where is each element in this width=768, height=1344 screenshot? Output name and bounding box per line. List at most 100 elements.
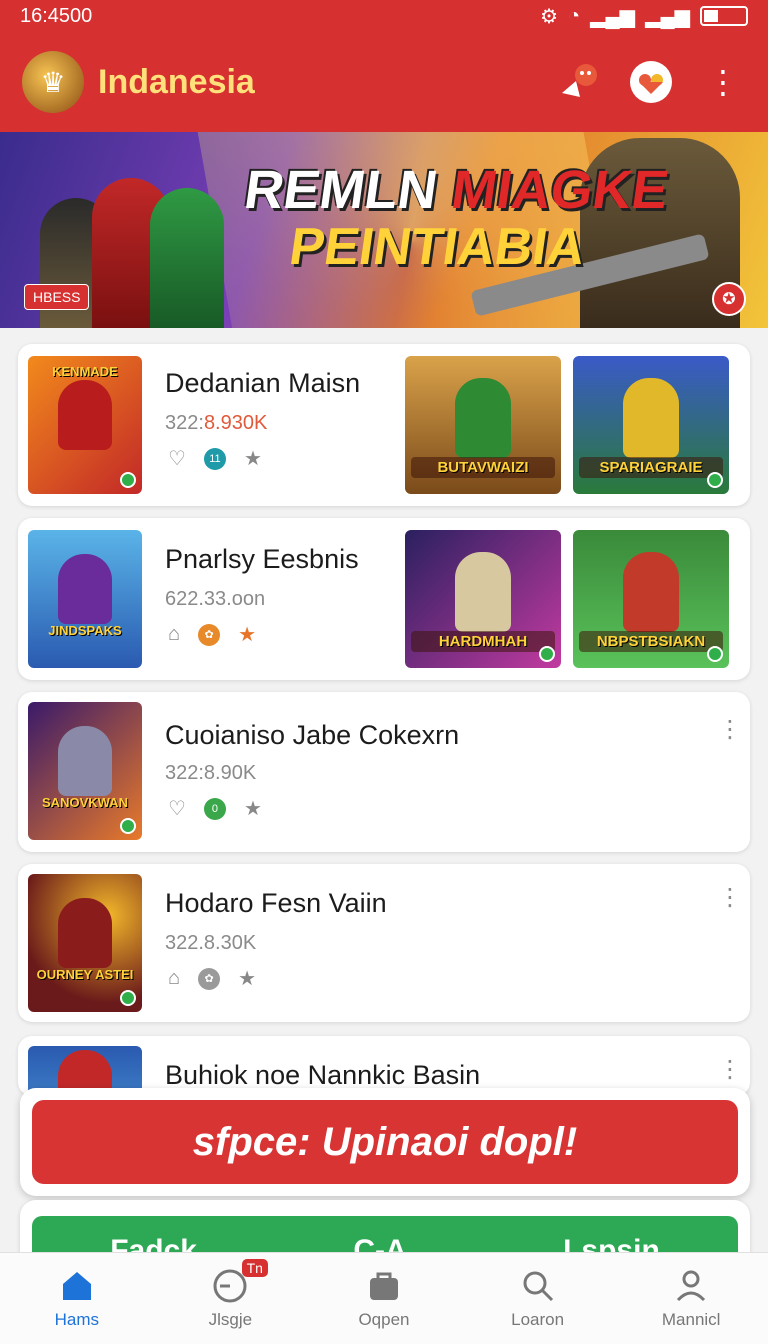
more-options-icon[interactable]: ⋮ — [700, 59, 746, 105]
game-thumbnail[interactable]: OURNEY ASTEI — [28, 874, 142, 1012]
promo-button[interactable]: sfpce: Upinaoi dopl! — [32, 1100, 738, 1184]
more-options-icon[interactable]: ⋮ — [718, 886, 742, 920]
game-meta: 622.33.oon — [165, 588, 266, 610]
banner-subtitle: PEINTIABIA — [285, 218, 589, 276]
game-thumbnail[interactable]: JINDSPAKS — [28, 530, 142, 668]
status-bar: 16:4500 ⚙ ◔ ▂▄▆ ▂▄▆ — [0, 0, 768, 32]
thumb-character — [58, 554, 112, 624]
battery-icon — [700, 6, 748, 26]
banner-corner-icon[interactable]: ✪ — [712, 282, 746, 316]
game-tile[interactable]: SPARIAGRAIE — [573, 356, 729, 494]
play-icon — [707, 646, 723, 662]
nav-label: Mannicl — [661, 1309, 721, 1329]
game-meta: 322:8.930K — [165, 412, 267, 435]
game-card[interactable]: JINDSPAKS Pnarlsy Eesbnis 622.33.oon ⌂ ✿… — [18, 518, 750, 680]
game-title: Hodaro Fesn Vaiin — [165, 888, 387, 918]
thumb-character — [58, 898, 112, 968]
settings-icon[interactable]: 11 — [203, 447, 226, 470]
bag-icon — [366, 1268, 402, 1304]
home-icon — [59, 1268, 95, 1304]
promo-banner[interactable]: REMLN MIAGKE PEINTIABIA HBESS ✪ — [0, 132, 768, 328]
tile-label: NBPSTBSIAKN — [579, 631, 723, 652]
promo-button-container: sfpce: Upinaoi dopl! — [20, 1088, 750, 1196]
game-tile[interactable]: HARDMHAH — [405, 530, 561, 668]
game-tile[interactable]: BUTAVWAIZI — [405, 356, 561, 494]
fox-mascot-icon[interactable] — [556, 59, 602, 105]
play-icon — [120, 472, 136, 488]
favorites-icon[interactable] — [628, 59, 674, 105]
nav-label: Jlsgje — [208, 1309, 253, 1329]
app-bar-actions: ⋮ — [556, 59, 746, 105]
game-title: Dedanian Maisn — [165, 368, 361, 398]
tile-character — [455, 378, 511, 458]
play-icon — [539, 646, 555, 662]
game-title: Pnarlsy Eesbnis — [165, 544, 359, 574]
star-icon[interactable]: ★ — [238, 622, 256, 647]
nav-item-profile[interactable]: Mannicl — [614, 1253, 768, 1344]
profile-icon — [673, 1268, 709, 1304]
play-icon — [707, 472, 723, 488]
game-title: Cuoianiso Jabe Cokexrn — [165, 720, 460, 750]
game-actions: ⌂ ✿ ★ — [168, 622, 256, 647]
tile-character — [455, 552, 511, 632]
signal-2-icon: ▂▄▆ — [645, 5, 690, 28]
nav-item-bag[interactable]: Oqpen — [307, 1253, 461, 1344]
game-tile[interactable]: NBPSTBSIAKN — [573, 530, 729, 668]
game-card[interactable]: KENMADE Dedanian Maisn 322:8.930K ♡ 11 ★… — [18, 344, 750, 506]
game-title: Buhiok noe Nannkic Basin — [165, 1060, 481, 1090]
tile-character — [623, 552, 679, 632]
game-card[interactable]: OURNEY ASTEI Hodaro Fesn Vaiin 322.8.30K… — [18, 864, 750, 1022]
game-actions: ♡ 11 ★ — [168, 446, 262, 471]
game-meta-highlight: 8.930K — [203, 412, 268, 434]
game-meta: 322:8.90K — [165, 762, 257, 784]
heart-icon[interactable]: ♡ — [168, 446, 186, 471]
nav-item-home[interactable]: Hams — [0, 1253, 154, 1344]
thumb-character — [58, 726, 112, 796]
search-icon — [520, 1268, 556, 1304]
star-icon[interactable]: ★ — [238, 966, 256, 991]
app-logo: ♛ — [22, 51, 84, 113]
app-title: Indanesia — [98, 62, 255, 101]
more-options-icon[interactable]: ⋮ — [718, 718, 742, 752]
play-icon — [120, 990, 136, 1006]
settings-icon[interactable]: ✿ — [198, 967, 221, 990]
banner-title-red: MIAGKE — [447, 160, 673, 220]
thumb-label: JINDSPAKS — [48, 623, 122, 638]
play-icon — [120, 818, 136, 834]
banner-badge: HBESS — [24, 284, 90, 310]
settings-status-icon: ⚙ — [540, 5, 559, 28]
game-card[interactable]: Buhiok noe Nannkic Basin ⋮ — [18, 1036, 750, 1096]
app-bar: ♛ Indanesia ⋮ — [0, 32, 768, 132]
game-thumbnail[interactable]: KENMADE — [28, 356, 142, 494]
settings-icon[interactable]: ✿ — [198, 623, 221, 646]
tile-label: HARDMHAH — [411, 631, 555, 652]
nav-label: Loaron — [511, 1309, 565, 1329]
status-time: 16:4500 — [20, 4, 93, 27]
banner-title: REMLN MIAGKE — [240, 160, 673, 220]
gift-icon[interactable]: ⌂ — [168, 623, 180, 646]
star-icon[interactable]: ★ — [244, 446, 262, 471]
nav-badge: Tn — [241, 1259, 268, 1277]
thumb-label: SANOVKWAN — [42, 795, 128, 810]
nav-label: Oqpen — [358, 1309, 410, 1329]
signal-icon: ▂▄▆ — [590, 5, 636, 28]
game-thumbnail[interactable]: SANOVKWAN — [28, 702, 142, 840]
nav-item-search[interactable]: Loaron — [461, 1253, 615, 1344]
star-icon[interactable]: ★ — [244, 796, 262, 821]
game-meta-count: 322: — [165, 412, 204, 434]
tile-label: SPARIAGRAIE — [579, 457, 723, 478]
wifi-icon: ◔ — [568, 4, 581, 27]
banner-title-white: REMLN — [240, 160, 442, 220]
thumb-label: KENMADE — [52, 364, 118, 379]
thumb-character — [58, 380, 112, 450]
game-actions: ♡ 0 ★ — [168, 796, 262, 821]
tile-character — [623, 378, 679, 458]
gift-icon[interactable]: ⌂ — [168, 967, 180, 990]
status-icons: ⚙ ◔ ▂▄▆ ▂▄▆ — [540, 4, 748, 29]
nav-item-history[interactable]: Tn Jlsgje — [154, 1253, 308, 1344]
settings-icon[interactable]: 0 — [203, 797, 226, 820]
game-actions: ⌂ ✿ ★ — [168, 966, 256, 991]
banner-hero-3 — [150, 188, 224, 328]
game-card[interactable]: SANOVKWAN Cuoianiso Jabe Cokexrn 322:8.9… — [18, 692, 750, 852]
heart-icon[interactable]: ♡ — [168, 796, 186, 821]
